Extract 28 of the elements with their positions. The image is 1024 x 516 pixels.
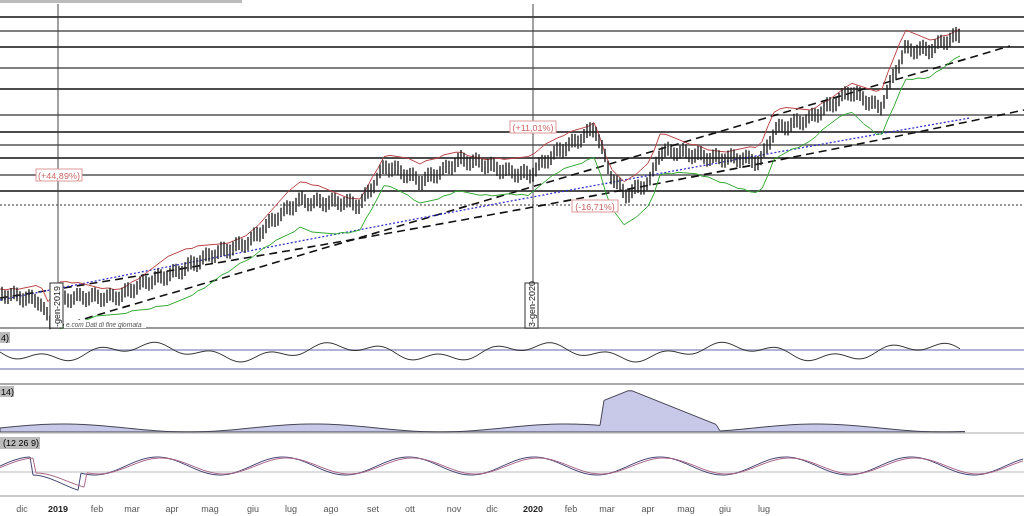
panel-label: 4): [0, 332, 10, 343]
axis-label: nov: [446, 504, 462, 514]
axis-label: feb: [564, 504, 578, 514]
axis-label: mag: [677, 504, 695, 514]
axis-label: apr: [641, 504, 655, 514]
percent-change-label: (+44,89%): [35, 168, 83, 182]
percent-change-label: (-16,71%): [571, 199, 619, 213]
axis-label: mar: [124, 504, 140, 514]
percent-change-label: (+11,01%): [509, 120, 557, 134]
axis-label: ott: [405, 504, 415, 514]
axis-label: giu: [719, 504, 731, 514]
axis-label: lug: [285, 504, 297, 514]
axis-label: mag: [201, 504, 219, 514]
date-marker-label: -gen-2019: [49, 282, 64, 329]
axis-label: 2019: [48, 504, 68, 514]
panel-label: (12 26 9): [0, 437, 40, 449]
axis-label: set: [367, 504, 379, 514]
panel-label: 14): [0, 386, 14, 397]
axis-label: feb: [90, 504, 104, 514]
axis-label: ago: [323, 504, 339, 514]
date-marker-label: 3-gen-2020: [524, 280, 539, 329]
axis-label: dic: [486, 504, 498, 514]
axis-label: apr: [165, 504, 179, 514]
axis-label: 2020: [523, 504, 543, 514]
axis-label: giu: [247, 504, 259, 514]
axis-label: mar: [599, 504, 615, 514]
axis-label: dic: [16, 504, 28, 514]
axis-label: lug: [758, 504, 770, 514]
